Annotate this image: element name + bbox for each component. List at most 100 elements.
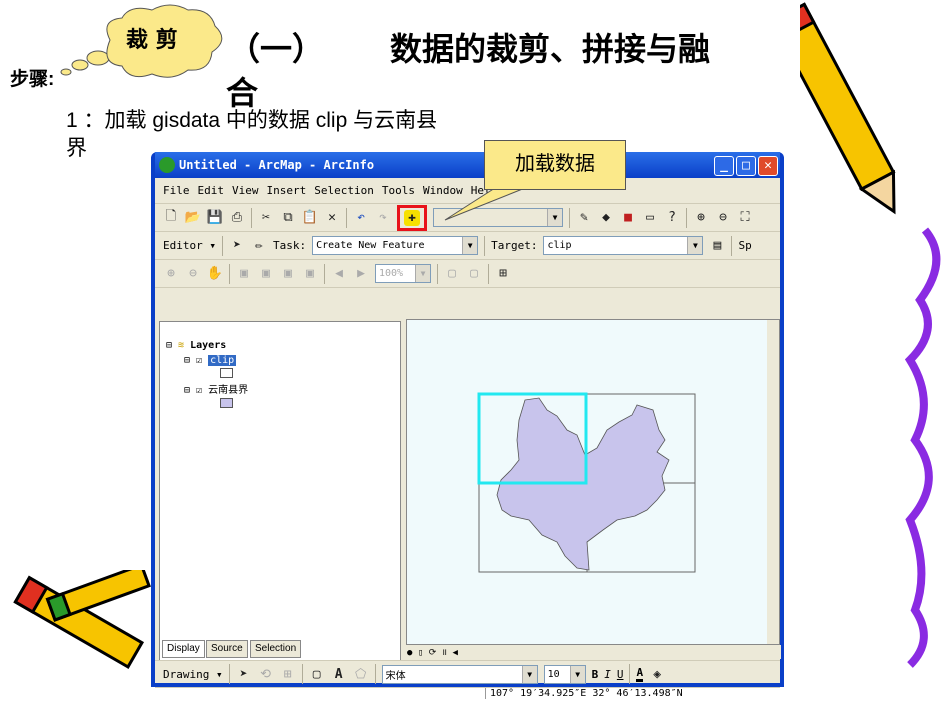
callout-add-data: 加载数据: [484, 140, 626, 190]
fill-color-icon[interactable]: ◈: [649, 666, 665, 682]
pencil-decoration-left: [13, 570, 151, 669]
maximize-button[interactable]: □: [736, 156, 756, 176]
editor-menu[interactable]: Editor ▾: [163, 239, 216, 252]
menu-file[interactable]: File: [163, 184, 190, 197]
layer-name: clip: [208, 355, 237, 366]
menu-selection[interactable]: Selection: [314, 184, 374, 197]
toc-layer-yunnan[interactable]: ⊟ ☑ 云南县界: [166, 383, 248, 398]
bold-button[interactable]: B: [592, 668, 599, 681]
font-color-button[interactable]: A: [636, 666, 644, 682]
zoom-100-icon[interactable]: ▣: [302, 266, 318, 282]
menu-tools[interactable]: Tools: [382, 184, 415, 197]
zoom-percent-value: 100%: [379, 268, 404, 279]
delete-icon[interactable]: ✕: [324, 210, 340, 226]
tab-source[interactable]: Source: [206, 640, 248, 658]
target-combo[interactable]: clip ▼: [543, 236, 704, 255]
minimize-button[interactable]: _: [714, 156, 734, 176]
map-view[interactable]: [406, 319, 780, 645]
target-label: Target:: [491, 239, 538, 252]
select-elements-icon[interactable]: ➤: [236, 666, 252, 682]
attributes-icon[interactable]: ▤: [709, 238, 725, 254]
page-title: 数据的裁剪、拼接与融: [390, 31, 711, 67]
new-icon[interactable]: 🗋: [163, 209, 179, 226]
rectangle-icon[interactable]: ▢: [309, 666, 325, 682]
task-value: Create New Feature: [316, 240, 425, 251]
paste-icon[interactable]: 📋: [302, 210, 318, 226]
change-layout-icon[interactable]: ⊞: [495, 266, 511, 282]
whats-this-icon[interactable]: ?: [664, 210, 680, 226]
zoom-percent-combo[interactable]: 100% ▼: [375, 264, 431, 283]
data-view-icon[interactable]: ●: [407, 648, 412, 658]
horizontal-scrollbar[interactable]: ◀: [452, 648, 457, 658]
layer-symbol[interactable]: [220, 368, 233, 378]
title-prefix: （一）: [228, 31, 325, 67]
layout-pan-icon[interactable]: ✋: [207, 266, 223, 282]
arcmap-window: Untitled - ArcMap - ArcInfo _ □ ✕ File E…: [151, 152, 784, 699]
target-value: clip: [547, 240, 572, 251]
tab-display[interactable]: Display: [162, 640, 205, 658]
layout-zoom-out-icon[interactable]: ⊖: [185, 266, 201, 282]
add-data-icon: ✚: [404, 209, 420, 226]
menu-view[interactable]: View: [232, 184, 259, 197]
cut-icon[interactable]: ✂: [258, 210, 274, 226]
sketch-tool-icon[interactable]: ✏: [251, 238, 267, 254]
toc-layer-clip[interactable]: ⊟ ☑ clip: [166, 353, 248, 368]
menu-edit[interactable]: Edit: [198, 184, 225, 197]
edit-tool-icon[interactable]: ➤: [229, 238, 245, 254]
menu-insert[interactable]: Insert: [267, 184, 307, 197]
tab-selection[interactable]: Selection: [250, 640, 302, 658]
layout-toolbar: ⊕ ⊖ ✋ ▣ ▣ ▣ ▣ ◀ ▶ 100% ▼ ▢ ▢ ⊞: [155, 260, 780, 288]
zoom-in-icon[interactable]: ⊕: [693, 210, 709, 226]
drawing-menu[interactable]: Drawing ▾: [163, 668, 223, 681]
cloud-label: 裁 剪: [126, 27, 178, 53]
save-icon[interactable]: 💾: [207, 210, 223, 226]
layout-view-icon[interactable]: ▯: [418, 648, 423, 658]
layer-symbol[interactable]: [220, 398, 233, 408]
toggle-draft-icon[interactable]: ▢: [444, 266, 460, 282]
font-size-value: 10: [547, 668, 560, 680]
refresh-icon[interactable]: ⟳: [429, 648, 437, 658]
map-view-controls: ● ▯ ⟳ ॥ ◀: [407, 645, 781, 659]
toc-root[interactable]: ⊟ ≋ Layers: [166, 338, 248, 353]
text-icon[interactable]: A: [331, 666, 347, 682]
zoom-selected-icon[interactable]: ⊞: [280, 666, 296, 682]
focus-data-frame-icon[interactable]: ▢: [466, 266, 482, 282]
sketch-properties-label[interactable]: Sp: [738, 239, 751, 252]
window-title: Untitled - ArcMap - ArcInfo: [179, 158, 375, 172]
underline-button[interactable]: U: [617, 668, 624, 681]
font-value: 宋体: [385, 670, 406, 682]
vertical-scrollbar: [767, 320, 779, 644]
edit-vertices-icon[interactable]: ⬠: [353, 666, 369, 682]
font-combo[interactable]: 宋体 ▼: [381, 664, 538, 684]
fixed-zoom-in-icon[interactable]: ▣: [258, 266, 274, 282]
drawing-toolbar: Drawing ▾ ➤ ⟲ ⊞ ▢ A ⬠ 宋体 ▼ 10 ▼ B I U A ◈: [155, 660, 780, 688]
toc-root-label: Layers: [190, 340, 227, 351]
back-extent-icon[interactable]: ◀: [331, 266, 347, 282]
zoom-whole-page-icon[interactable]: ▣: [236, 266, 252, 282]
add-data-button[interactable]: ✚: [397, 204, 427, 231]
open-icon[interactable]: 📂: [185, 210, 201, 226]
font-size-combo[interactable]: 10 ▼: [543, 664, 586, 684]
steps-label: 步骤:: [10, 69, 55, 90]
task-combo[interactable]: Create New Feature ▼: [312, 236, 479, 255]
task-label: Task:: [272, 239, 307, 252]
close-button[interactable]: ✕: [758, 156, 778, 176]
full-extent-icon[interactable]: ⛶: [737, 210, 753, 226]
layer-name: 云南县界: [208, 385, 249, 396]
map-canvas: [477, 320, 779, 644]
fixed-zoom-out-icon[interactable]: ▣: [280, 266, 296, 282]
zoom-out-icon[interactable]: ⊖: [715, 210, 731, 226]
copy-icon[interactable]: ⧉: [280, 210, 296, 226]
forward-extent-icon[interactable]: ▶: [353, 266, 369, 282]
step1-text-wrap: 界: [66, 137, 87, 160]
print-icon[interactable]: ⎙: [229, 210, 245, 226]
pause-icon[interactable]: ॥: [442, 648, 447, 658]
undo-icon[interactable]: ↶: [353, 210, 369, 226]
rotate-icon[interactable]: ⟲: [258, 666, 274, 682]
command-line-icon[interactable]: ▭: [642, 210, 658, 226]
editor-toolbar: Editor ▾ ➤ ✏ Task: Create New Feature ▼ T…: [155, 232, 780, 260]
italic-button[interactable]: I: [604, 668, 611, 681]
layout-zoom-in-icon[interactable]: ⊕: [163, 266, 179, 282]
step1-text: 1 ：加载 gisdata 中的数据 clip 与云南县: [66, 109, 438, 132]
redo-icon[interactable]: ↷: [375, 210, 391, 226]
